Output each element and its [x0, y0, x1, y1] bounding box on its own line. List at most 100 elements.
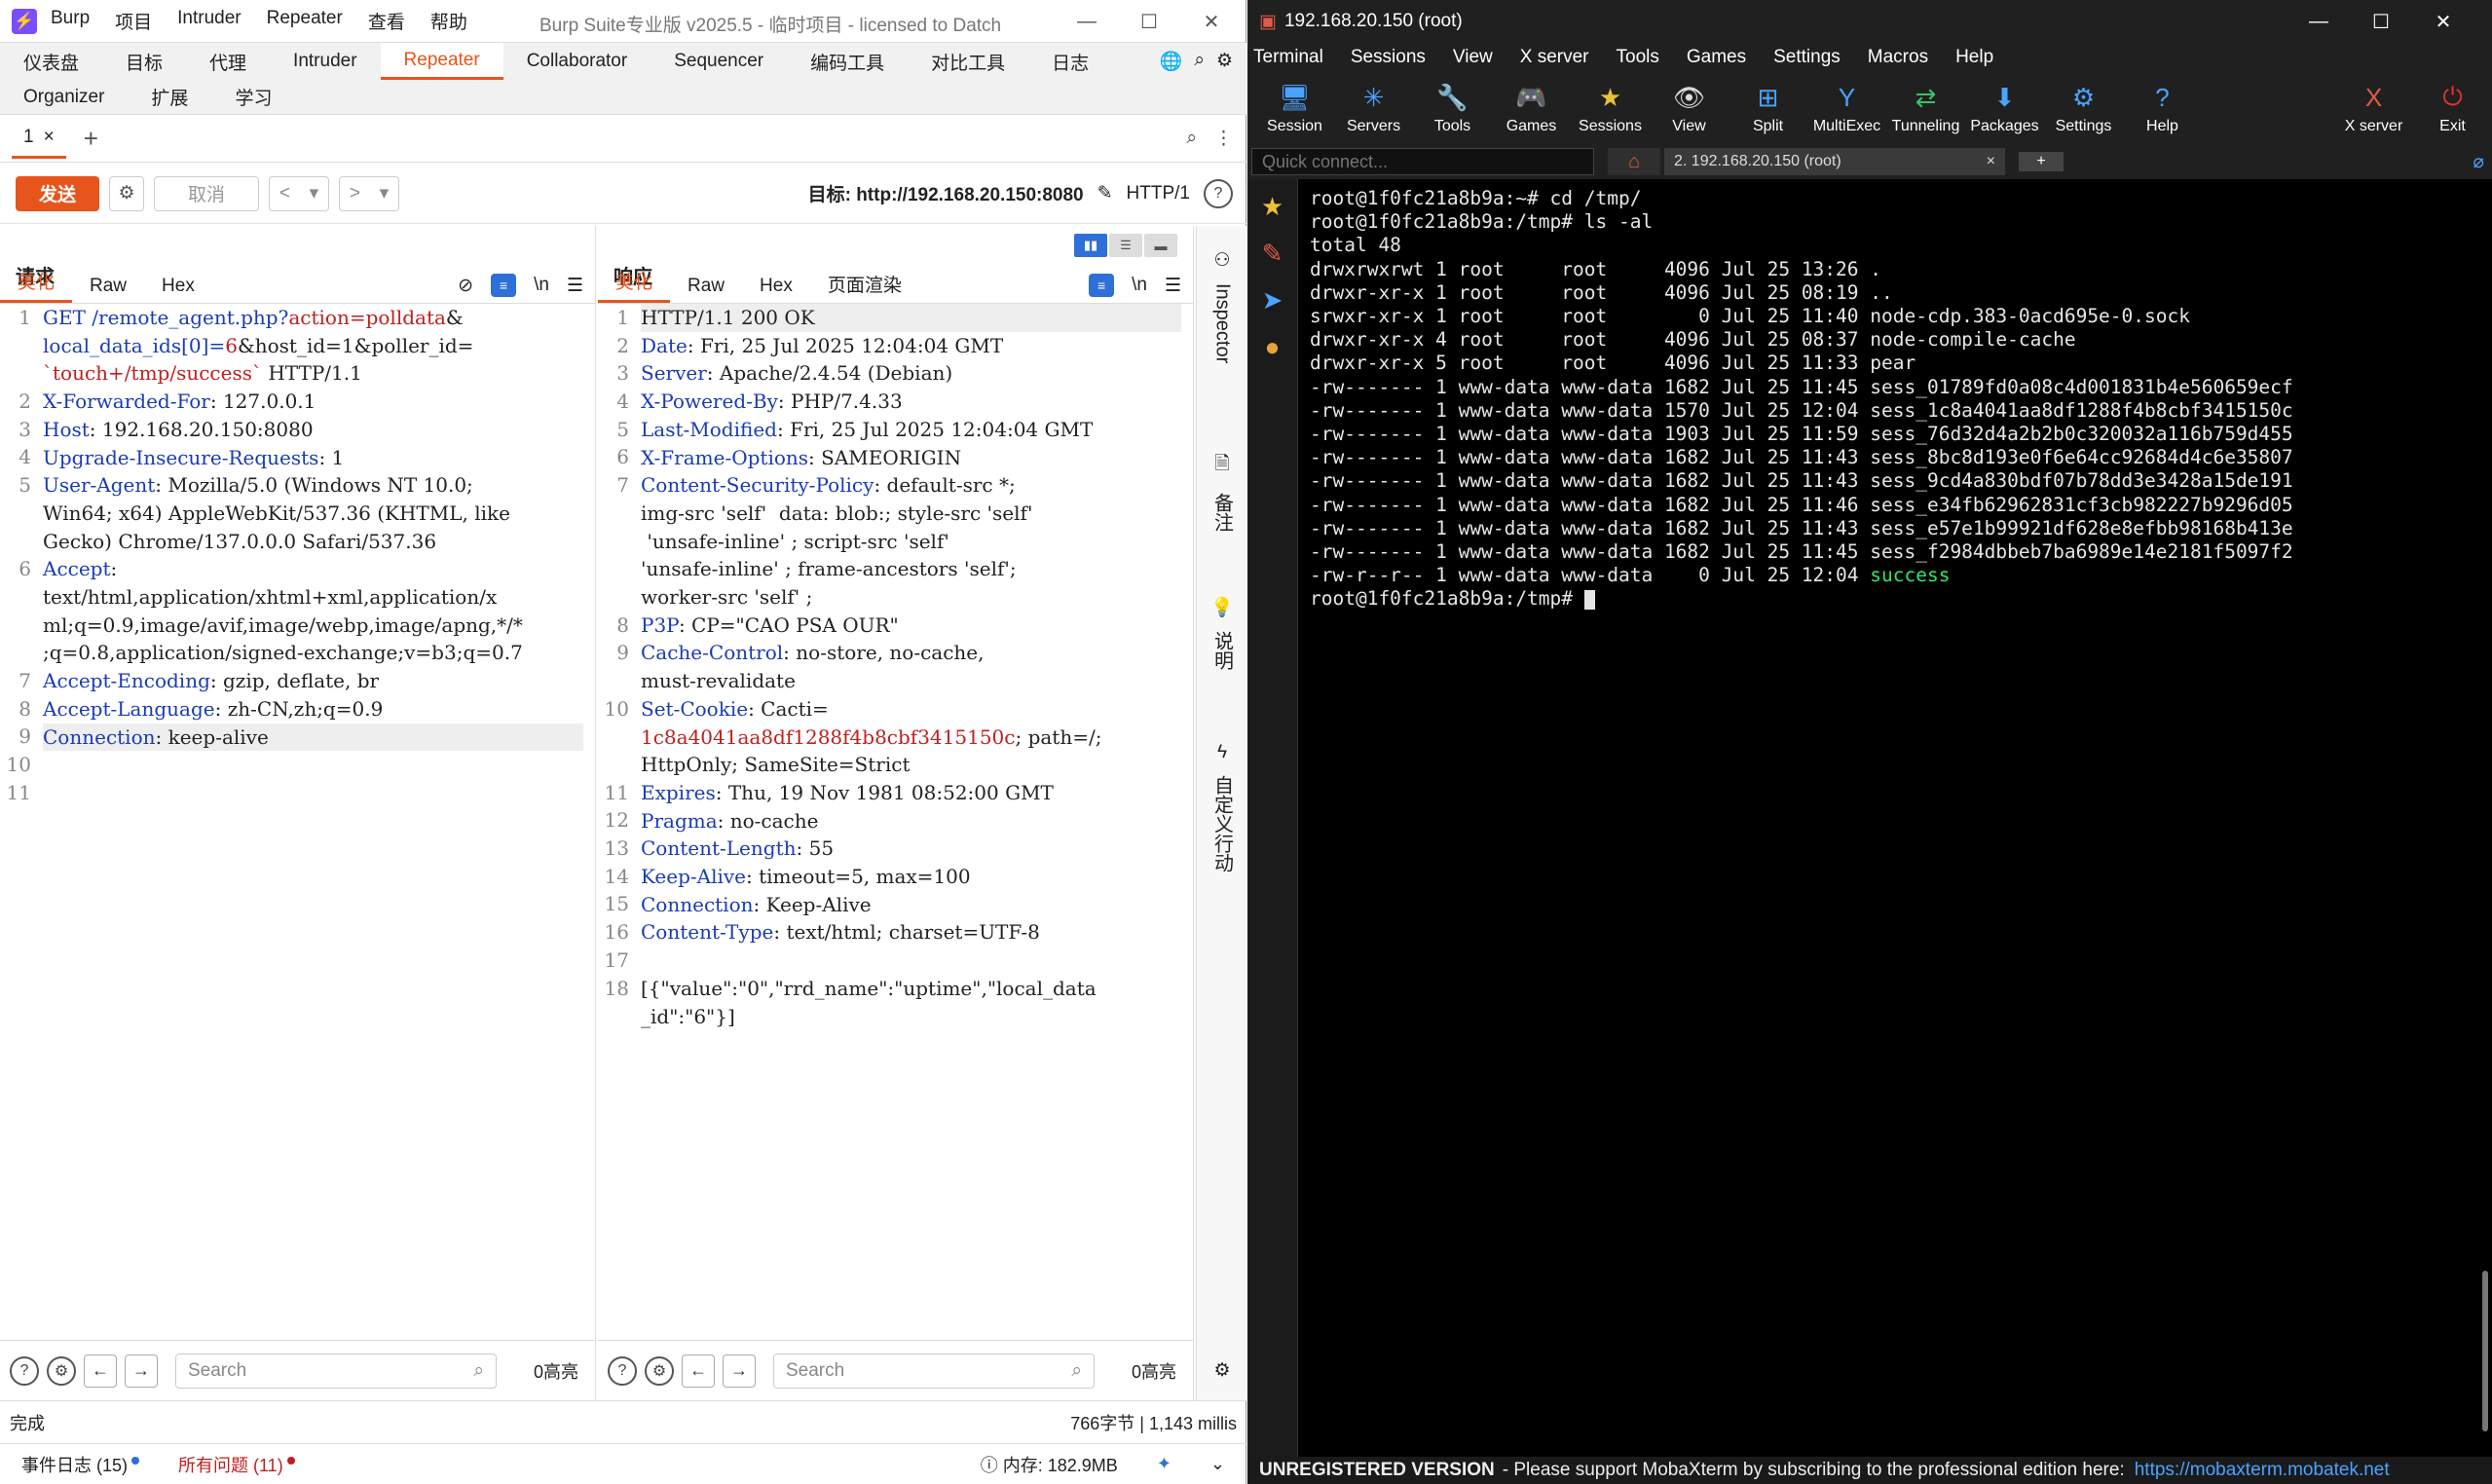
rail-settings[interactable]: ⚙ — [1197, 1359, 1247, 1382]
next-match-icon[interactable]: → — [125, 1354, 158, 1388]
toolbar-multiexec-button[interactable]: Y MultiExec — [1807, 81, 1886, 135]
toolbar-help-button[interactable]: ? Help — [2123, 81, 2202, 135]
gear-icon[interactable]: ⚙ — [47, 1355, 76, 1386]
tab-sequencer[interactable]: Sequencer — [651, 43, 787, 80]
menu-view[interactable]: View — [1453, 47, 1493, 68]
menu-icon[interactable]: ☰ — [567, 275, 583, 297]
toolbar-xserver-button[interactable]: X X server — [2334, 81, 2413, 135]
tab-render[interactable]: 页面渲染 — [810, 271, 919, 303]
tab-collaborator[interactable]: Collaborator — [503, 43, 651, 80]
gear-icon[interactable]: ⚙ — [645, 1355, 674, 1386]
ai-sparkle-icon[interactable]: ✦ — [1157, 1454, 1172, 1474]
menu-project[interactable]: 项目 — [115, 8, 152, 34]
issues-link[interactable]: 所有问题 (11) — [178, 1452, 295, 1477]
newline-icon[interactable]: \n — [534, 275, 549, 296]
new-tab-icon[interactable]: + — [2019, 152, 2064, 171]
close-session-icon[interactable]: × — [1987, 153, 1995, 170]
forward-button[interactable]: > ▾ — [339, 175, 399, 211]
response-code[interactable]: HTTP/1.1 200 OK Date: Fri, 25 Jul 2025 12… — [641, 304, 1181, 1030]
tab-comparer[interactable]: 对比工具 — [908, 43, 1028, 80]
request-search-input[interactable]: Search ⌕ — [175, 1353, 497, 1389]
response-search-input[interactable]: Search ⌕ — [773, 1353, 1095, 1389]
help-icon[interactable]: ? — [608, 1355, 637, 1386]
next-match-icon[interactable]: → — [723, 1354, 756, 1388]
tab-hex[interactable]: Hex — [144, 276, 212, 303]
http-version[interactable]: HTTP/1 — [1127, 183, 1190, 204]
star-icon[interactable]: ★ — [1253, 187, 1292, 226]
send-button[interactable]: 发送 — [16, 175, 99, 211]
home-tab-icon[interactable]: ⌂ — [1608, 148, 1660, 175]
menu-sessions[interactable]: Sessions — [1351, 47, 1426, 68]
support-link[interactable]: https://mobaxterm.mobatek.net — [2135, 1460, 2390, 1481]
toolbar-games-button[interactable]: 🎮 Games — [1492, 81, 1571, 135]
help-icon[interactable]: ? — [1204, 178, 1233, 208]
request-code[interactable]: GET /remote_agent.php?action=polldata& lo… — [43, 304, 583, 807]
attach-icon[interactable]: ⌀ — [2473, 151, 2484, 173]
tab-proxy[interactable]: 代理 — [186, 43, 270, 80]
toolbar-settings-button[interactable]: ⚙ Settings — [2044, 81, 2123, 135]
toolbar-view-button[interactable]: 👁 View — [1650, 81, 1729, 135]
globe-icon[interactable]: 🌐 — [1160, 50, 1183, 73]
edit-target-icon[interactable]: ✎ — [1097, 182, 1113, 204]
close-tab-icon[interactable]: × — [44, 127, 55, 148]
menu-intruder[interactable]: Intruder — [177, 8, 241, 34]
hide-eye-icon[interactable]: ⊘ — [458, 275, 473, 297]
prev-match-icon[interactable]: ← — [682, 1354, 715, 1388]
tab-organizer[interactable]: Organizer — [0, 87, 128, 108]
menu-help[interactable]: Help — [1955, 47, 1993, 68]
cancel-button[interactable]: 取消 — [154, 175, 259, 211]
event-log-link[interactable]: 事件日志 (15) — [21, 1452, 140, 1477]
toolbar-packages-button[interactable]: ⬇ Packages — [1965, 81, 2044, 135]
terminal-scrollbar[interactable] — [2482, 1271, 2488, 1431]
toolbar-exit-button[interactable]: ⏻ Exit — [2413, 81, 2492, 135]
more-menu-icon[interactable]: ⋮ — [1214, 128, 1233, 150]
toolbar-split-button[interactable]: ⊞ Split — [1729, 81, 1807, 135]
explain-toggle[interactable]: 💡 说明 — [1197, 596, 1247, 670]
close-icon[interactable]: ✕ — [2412, 4, 2474, 39]
tab-intruder[interactable]: Intruder — [270, 43, 380, 80]
custom-actions-toggle[interactable]: ϟ 自定义行动 — [1197, 742, 1247, 872]
tab-pretty[interactable]: 美化 — [598, 268, 671, 303]
newline-icon[interactable]: \n — [1132, 275, 1147, 296]
settings-gear-icon[interactable]: ⚙ — [109, 175, 144, 211]
minimize-icon[interactable]: — — [1056, 4, 1118, 39]
maximize-icon[interactable]: ☐ — [1118, 4, 1180, 39]
inspector-toggle[interactable]: ⚇ Inspector — [1197, 249, 1247, 363]
repeater-tab-1[interactable]: 1 × — [12, 120, 66, 159]
tab-raw[interactable]: Raw — [670, 276, 742, 303]
gear-icon[interactable]: ⚙ — [1216, 50, 1233, 73]
notes-toggle[interactable]: 🗎 备注 — [1197, 450, 1247, 532]
menu-burp[interactable]: Burp — [51, 8, 90, 34]
split-horizontal-icon[interactable]: ☰ — [1109, 234, 1142, 257]
session-tab[interactable]: 2. 192.168.20.150 (root) × — [1664, 148, 2005, 175]
tab-logger[interactable]: 日志 — [1028, 43, 1112, 80]
menu-xserver[interactable]: X server — [1520, 47, 1589, 68]
add-tab-icon[interactable]: + — [84, 124, 98, 154]
toolbar-tools-button[interactable]: 🔧 Tools — [1413, 81, 1492, 135]
terminal-output[interactable]: root@1f0fc21a8b9a:~# cd /tmp/root@1f0fc2… — [1298, 179, 2492, 1457]
tab-learn[interactable]: 学习 — [211, 84, 295, 110]
menu-icon[interactable]: ☰ — [1165, 275, 1181, 297]
prev-match-icon[interactable]: ← — [84, 1354, 117, 1388]
wrap-lines-icon[interactable]: ≡ — [491, 274, 517, 297]
tab-raw[interactable]: Raw — [72, 276, 144, 303]
search-tabs-icon[interactable]: ⌕ — [1186, 128, 1197, 150]
tab-target[interactable]: 目标 — [102, 43, 186, 80]
tab-decoder[interactable]: 编码工具 — [787, 43, 908, 80]
tab-repeater[interactable]: Repeater — [380, 43, 503, 80]
minimize-icon[interactable]: — — [2287, 4, 2350, 39]
tab-dashboard[interactable]: 仪表盘 — [0, 43, 102, 80]
tab-extensions[interactable]: 扩展 — [128, 84, 211, 110]
macro-icon[interactable]: ● — [1253, 327, 1292, 366]
back-button[interactable]: < ▾ — [269, 175, 329, 211]
menu-view[interactable]: 查看 — [368, 8, 405, 34]
single-view-icon[interactable]: ▬ — [1144, 234, 1177, 257]
toolbar-servers-button[interactable]: ✳ Servers — [1334, 81, 1413, 135]
wrap-lines-icon[interactable]: ≡ — [1089, 274, 1115, 297]
help-icon[interactable]: ? — [10, 1355, 39, 1386]
tab-hex[interactable]: Hex — [742, 276, 810, 303]
chevron-down-icon[interactable]: ⌄ — [1210, 1454, 1225, 1474]
menu-terminal[interactable]: Terminal — [1253, 47, 1323, 68]
menu-help[interactable]: 帮助 — [430, 8, 467, 34]
menu-macros[interactable]: Macros — [1868, 47, 1928, 68]
